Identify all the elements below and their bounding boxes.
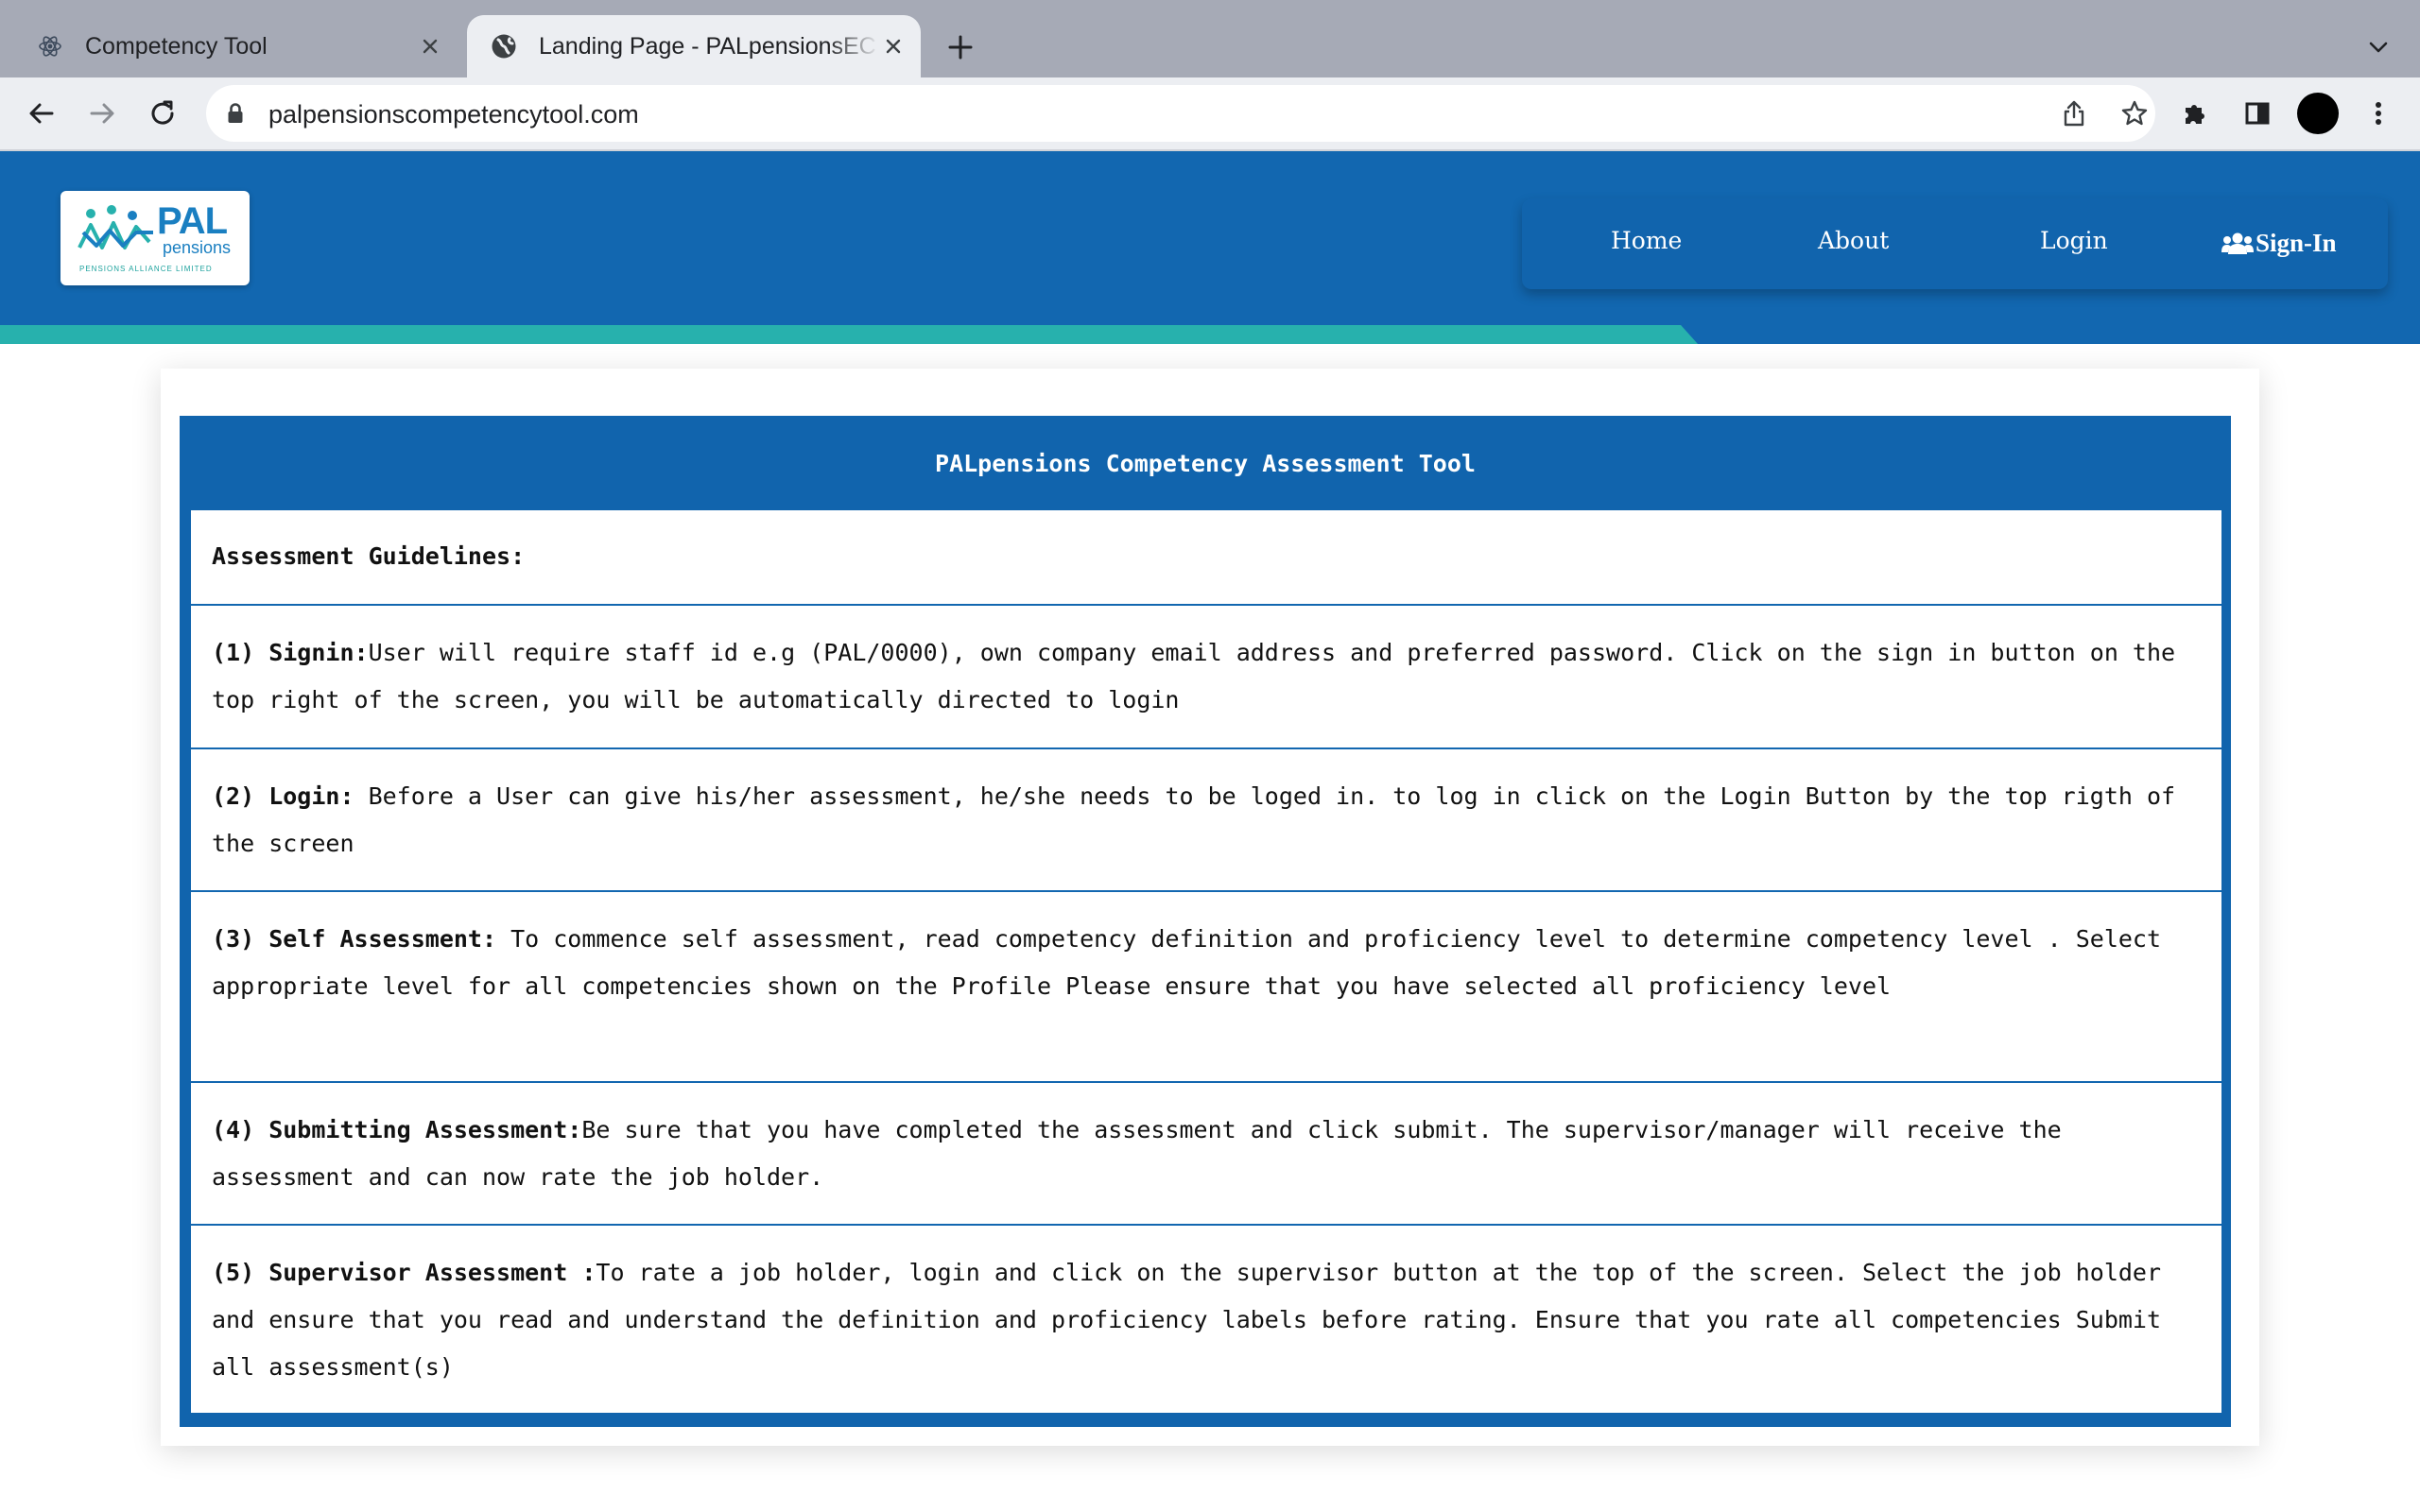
guideline-login-row: (2) Login: Before a User can give his/he… — [191, 749, 2221, 890]
browser-tab-landing-page[interactable]: Landing Page - PALpensionsEC — [467, 15, 921, 77]
browser-tabstrip: Competency Tool Landing Page - PALpensio… — [0, 0, 2420, 77]
guideline-self-assessment-row: (3) Self Assessment: To commence self as… — [191, 892, 2221, 1081]
nav-login-link[interactable]: Login — [2040, 227, 2108, 254]
pal-logo-figures-icon — [78, 205, 153, 249]
main-nav: Home About Login Sign-In — [1522, 198, 2388, 289]
close-icon[interactable] — [879, 32, 908, 60]
teal-accent-strip — [0, 325, 1698, 344]
share-icon[interactable] — [2055, 94, 2093, 132]
bookmark-star-icon[interactable] — [2116, 94, 2153, 132]
forward-arrow-icon[interactable] — [83, 94, 121, 132]
new-tab-plus-icon[interactable] — [942, 28, 979, 66]
extensions-puzzle-icon[interactable] — [2176, 94, 2214, 132]
guideline-text: To commence self assessment, read compet… — [212, 925, 2162, 1000]
guideline-label: (4) Submitting Assessment: — [212, 1116, 582, 1143]
logo-tagline: PENSIONS ALLIANCE LIMITED — [79, 265, 213, 273]
side-panel-icon[interactable] — [2238, 94, 2276, 132]
guidelines-heading-row: Assessment Guidelines: — [191, 510, 2221, 604]
back-arrow-icon[interactable] — [23, 94, 60, 132]
page-title: PALpensions Competency Assessment Tool — [935, 449, 1476, 477]
logo-sub-text: pensions — [163, 238, 232, 257]
guideline-text: Before a User can give his/her assessmen… — [212, 782, 2176, 857]
tab-title: Landing Page - PALpensionsEC — [539, 32, 876, 60]
pal-pensions-logo[interactable]: PAL pensions PENSIONS ALLIANCE LIMITED — [60, 191, 250, 285]
close-icon[interactable] — [416, 32, 444, 60]
reload-icon[interactable] — [144, 94, 182, 132]
guideline-text: User will require staff id e.g (PAL/0000… — [212, 639, 2176, 713]
guideline-signin-row: (1) Signin:User will require staff id e.… — [191, 606, 2221, 747]
tab-title: Competency Tool — [85, 32, 268, 60]
more-vert-icon[interactable] — [2360, 94, 2397, 132]
logo-brand-text: PAL — [157, 200, 228, 242]
guideline-label: (1) Signin: — [212, 639, 369, 666]
guideline-supervisor-row: (5) Supervisor Assessment :To rate a job… — [191, 1226, 2221, 1413]
nav-about-link[interactable]: About — [1818, 227, 1889, 254]
url-text: palpensionscompetencytool.com — [268, 100, 639, 129]
globe-icon — [490, 32, 518, 60]
guidelines-heading: Assessment Guidelines: — [212, 542, 526, 570]
address-bar[interactable]: palpensionscompetencytool.com — [206, 85, 2155, 142]
site-header: PAL pensions PENSIONS ALLIANCE LIMITED H… — [0, 151, 2420, 344]
guideline-submitting-row: (4) Submitting Assessment:Be sure that y… — [191, 1083, 2221, 1224]
nav-home-link[interactable]: Home — [1611, 227, 1682, 254]
nav-signin-link[interactable]: Sign-In — [2221, 229, 2337, 258]
browser-toolbar: palpensionscompetencytool.com — [0, 77, 2420, 149]
react-favicon-icon — [36, 32, 64, 60]
guideline-label: (5) Supervisor Assessment : — [212, 1259, 596, 1286]
guideline-label: (3) Self Assessment: — [212, 925, 497, 953]
signin-label: Sign-In — [2256, 229, 2337, 257]
guidelines-panel: PALpensions Competency Assessment Tool A… — [180, 416, 2231, 1427]
chevron-down-icon[interactable] — [2360, 28, 2397, 66]
browser-tab-competency-tool[interactable]: Competency Tool — [23, 15, 458, 77]
guidelines-table: Assessment Guidelines: (1) Signin:User w… — [191, 510, 2221, 1413]
users-icon — [2221, 232, 2254, 256]
lock-icon[interactable] — [227, 102, 244, 129]
profile-avatar[interactable] — [2297, 93, 2339, 134]
guideline-label: (2) Login: — [212, 782, 354, 810]
